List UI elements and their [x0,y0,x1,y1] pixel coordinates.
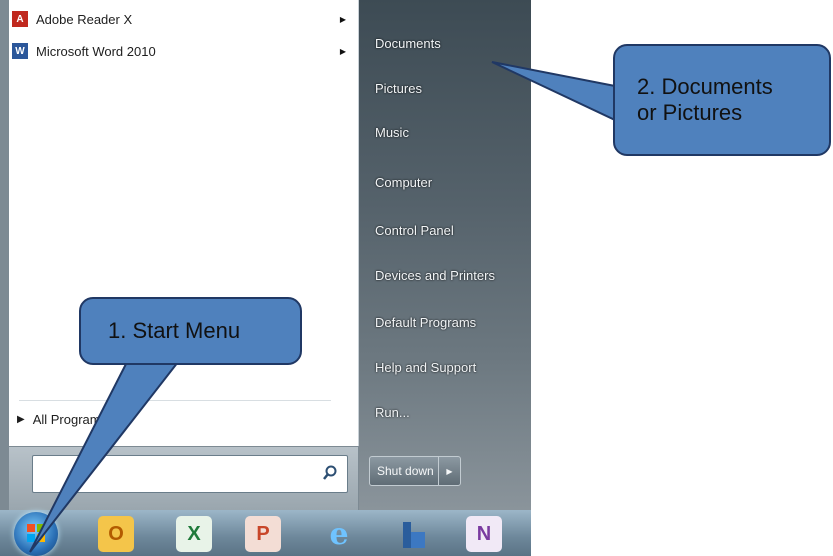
callout2-line1: 2. Documents [637,74,773,99]
callout-documents-pictures-text: 2. Documents or Pictures [637,74,773,126]
callout-start-menu-text: 1. Start Menu [108,318,241,343]
callout2-tail [491,61,616,122]
callout1-tail [29,361,181,553]
callout2-line2: or Pictures [637,100,743,125]
